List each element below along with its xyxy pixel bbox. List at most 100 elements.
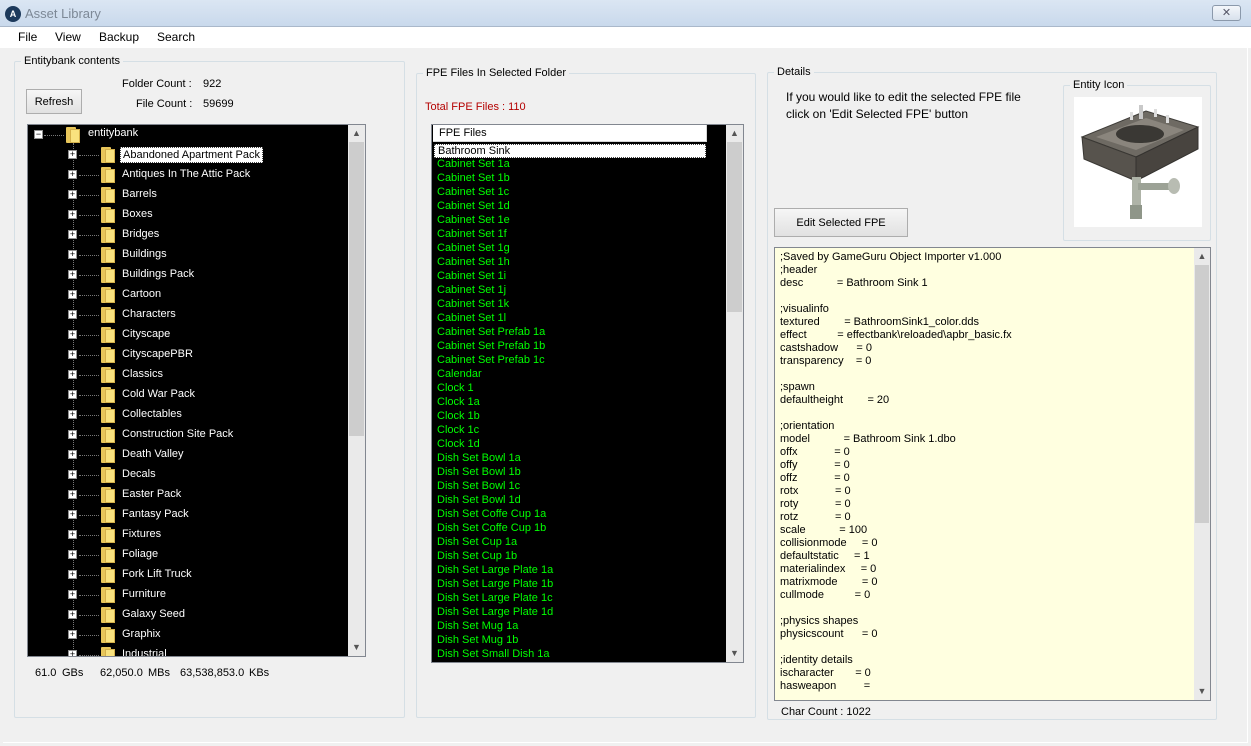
- edit-selected-fpe-button[interactable]: Edit Selected FPE: [774, 208, 908, 237]
- expand-icon[interactable]: +: [68, 310, 77, 319]
- fpe-list-item[interactable]: Cabinet Set 1f: [437, 228, 507, 240]
- fpe-list-item[interactable]: Cabinet Set 1c: [437, 186, 509, 198]
- scroll-down-arrow-icon[interactable]: ▼: [1194, 683, 1210, 700]
- scroll-down-arrow-icon[interactable]: ▼: [726, 645, 743, 662]
- tree-folder-label[interactable]: Cityscape: [120, 327, 172, 341]
- tree-folder-row[interactable]: + Easter Pack: [28, 485, 348, 505]
- tree-folder-label[interactable]: Furniture: [120, 587, 168, 601]
- tree-folder-row[interactable]: + Industrial: [28, 645, 348, 656]
- tree-folder-label[interactable]: Fantasy Pack: [120, 507, 191, 521]
- tree-folder-row[interactable]: + Buildings: [28, 245, 348, 265]
- fpe-list-item[interactable]: Dish Set Cup 1a: [437, 536, 517, 548]
- fpe-list-item[interactable]: Cabinet Set 1a: [437, 158, 510, 170]
- scroll-up-arrow-icon[interactable]: ▲: [726, 125, 743, 142]
- fpe-list-item[interactable]: Clock 1a: [437, 396, 480, 408]
- fpe-list-item[interactable]: Cabinet Set 1i: [437, 270, 506, 282]
- tree-folder-label[interactable]: Abandoned Apartment Pack: [120, 147, 263, 163]
- close-button[interactable]: ✕: [1212, 5, 1241, 21]
- tree-folder-row[interactable]: + Construction Site Pack: [28, 425, 348, 445]
- tree-folder-row[interactable]: + Death Valley: [28, 445, 348, 465]
- expand-icon[interactable]: +: [68, 630, 77, 639]
- tree-folder-label[interactable]: Bridges: [120, 227, 161, 241]
- folder-tree[interactable]: − entitybank + Abandoned Apartment Pack + A…: [27, 124, 366, 657]
- expand-icon[interactable]: +: [68, 450, 77, 459]
- fpe-list-item[interactable]: Cabinet Set Prefab 1a: [437, 326, 545, 338]
- expand-icon[interactable]: +: [68, 410, 77, 419]
- tree-folder-label[interactable]: Cold War Pack: [120, 387, 197, 401]
- expand-icon[interactable]: +: [68, 330, 77, 339]
- tree-folder-label[interactable]: Graphix: [120, 627, 163, 641]
- fpe-list-item[interactable]: Cabinet Set Prefab 1b: [437, 340, 545, 352]
- fpe-list-item[interactable]: Dish Set Coffe Cup 1a: [437, 508, 546, 520]
- fpe-list-item[interactable]: Dish Set Large Plate 1c: [437, 592, 553, 604]
- collapse-icon[interactable]: −: [34, 130, 43, 139]
- fpe-list-item[interactable]: Cabinet Set 1e: [437, 214, 510, 226]
- fpe-list-item[interactable]: Clock 1c: [437, 424, 479, 436]
- tree-folder-row[interactable]: + Bridges: [28, 225, 348, 245]
- tree-folder-label[interactable]: Construction Site Pack: [120, 427, 235, 441]
- tree-root-label[interactable]: entitybank: [86, 126, 140, 140]
- fpe-list-item[interactable]: Dish Set Bowl 1d: [437, 494, 521, 506]
- expand-icon[interactable]: +: [68, 550, 77, 559]
- editor-scrollbar[interactable]: ▲ ▼: [1194, 248, 1210, 700]
- scroll-thumb[interactable]: [349, 142, 364, 436]
- expand-icon[interactable]: +: [68, 270, 77, 279]
- fpe-list-item[interactable]: Dish Set Coffe Cup 1b: [437, 522, 546, 534]
- menu-file[interactable]: File: [18, 30, 37, 44]
- tree-folder-row[interactable]: + Fork Lift Truck: [28, 565, 348, 585]
- tree-folder-label[interactable]: Buildings: [120, 247, 169, 261]
- fpe-list-item[interactable]: Cabinet Set 1g: [437, 242, 510, 254]
- fpe-list-item[interactable]: Calendar: [437, 368, 482, 380]
- menu-backup[interactable]: Backup: [99, 30, 139, 44]
- tree-folder-row[interactable]: + Classics: [28, 365, 348, 385]
- tree-folder-row[interactable]: + CityscapePBR: [28, 345, 348, 365]
- fpe-list-item[interactable]: Cabinet Set 1k: [437, 298, 509, 310]
- tree-folder-label[interactable]: Characters: [120, 307, 178, 321]
- fpe-file-list[interactable]: FPE Files Bathroom Sink Cabinet Set 1a Cab…: [431, 124, 744, 663]
- refresh-button[interactable]: Refresh: [26, 89, 82, 114]
- tree-folder-row[interactable]: + Cityscape: [28, 325, 348, 345]
- fpe-list-item[interactable]: Clock 1d: [437, 438, 480, 450]
- tree-folder-row[interactable]: + Characters: [28, 305, 348, 325]
- expand-icon[interactable]: +: [68, 390, 77, 399]
- tree-folder-label[interactable]: Galaxy Seed: [120, 607, 187, 621]
- tree-folder-label[interactable]: CityscapePBR: [120, 347, 195, 361]
- fpe-list-item[interactable]: Clock 1b: [437, 410, 480, 422]
- fpe-list-item[interactable]: Clock 1: [437, 382, 474, 394]
- fpe-list-item[interactable]: Dish Set Cup 1b: [437, 550, 517, 562]
- fpe-list-item[interactable]: Dish Set Small Dish 1a: [437, 648, 550, 660]
- tree-folder-row[interactable]: + Decals: [28, 465, 348, 485]
- tree-folder-row[interactable]: + Galaxy Seed: [28, 605, 348, 625]
- expand-icon[interactable]: +: [68, 570, 77, 579]
- tree-folder-row[interactable]: + Foliage: [28, 545, 348, 565]
- fpe-list-item[interactable]: Dish Set Large Plate 1d: [437, 606, 553, 618]
- scroll-up-arrow-icon[interactable]: ▲: [348, 125, 365, 142]
- tree-folder-label[interactable]: Antiques In The Attic Pack: [120, 167, 252, 181]
- fpe-list-item[interactable]: Cabinet Set Prefab 1c: [437, 354, 545, 366]
- tree-folder-label[interactable]: Cartoon: [120, 287, 163, 301]
- expand-icon[interactable]: +: [68, 510, 77, 519]
- tree-folder-label[interactable]: Fork Lift Truck: [120, 567, 194, 581]
- tree-folder-label[interactable]: Barrels: [120, 187, 159, 201]
- tree-folder-label[interactable]: Classics: [120, 367, 165, 381]
- fpe-scrollbar[interactable]: ▲ ▼: [726, 125, 743, 662]
- expand-icon[interactable]: +: [68, 170, 77, 179]
- scroll-down-arrow-icon[interactable]: ▼: [348, 639, 365, 656]
- tree-folder-row[interactable]: + Boxes: [28, 205, 348, 225]
- tree-folder-label[interactable]: Foliage: [120, 547, 160, 561]
- fpe-list-item[interactable]: Dish Set Bowl 1a: [437, 452, 521, 464]
- fpe-list-item[interactable]: Cabinet Set 1l: [437, 312, 506, 324]
- tree-folder-label[interactable]: Buildings Pack: [120, 267, 196, 281]
- tree-folder-label[interactable]: Industrial: [120, 647, 169, 656]
- tree-folder-row[interactable]: + Buildings Pack: [28, 265, 348, 285]
- tree-folder-row[interactable]: + Furniture: [28, 585, 348, 605]
- fpe-content-editor[interactable]: ;Saved by GameGuru Object Importer v1.00…: [774, 247, 1211, 701]
- fpe-list-item[interactable]: Dish Set Mug 1a: [437, 620, 518, 632]
- fpe-list-item[interactable]: Cabinet Set 1h: [437, 256, 510, 268]
- fpe-list-item[interactable]: Cabinet Set 1d: [437, 200, 510, 212]
- fpe-list-item[interactable]: Cabinet Set 1b: [437, 172, 510, 184]
- menu-search[interactable]: Search: [157, 30, 195, 44]
- expand-icon[interactable]: +: [68, 610, 77, 619]
- expand-icon[interactable]: +: [68, 210, 77, 219]
- tree-folder-row[interactable]: + Barrels: [28, 185, 348, 205]
